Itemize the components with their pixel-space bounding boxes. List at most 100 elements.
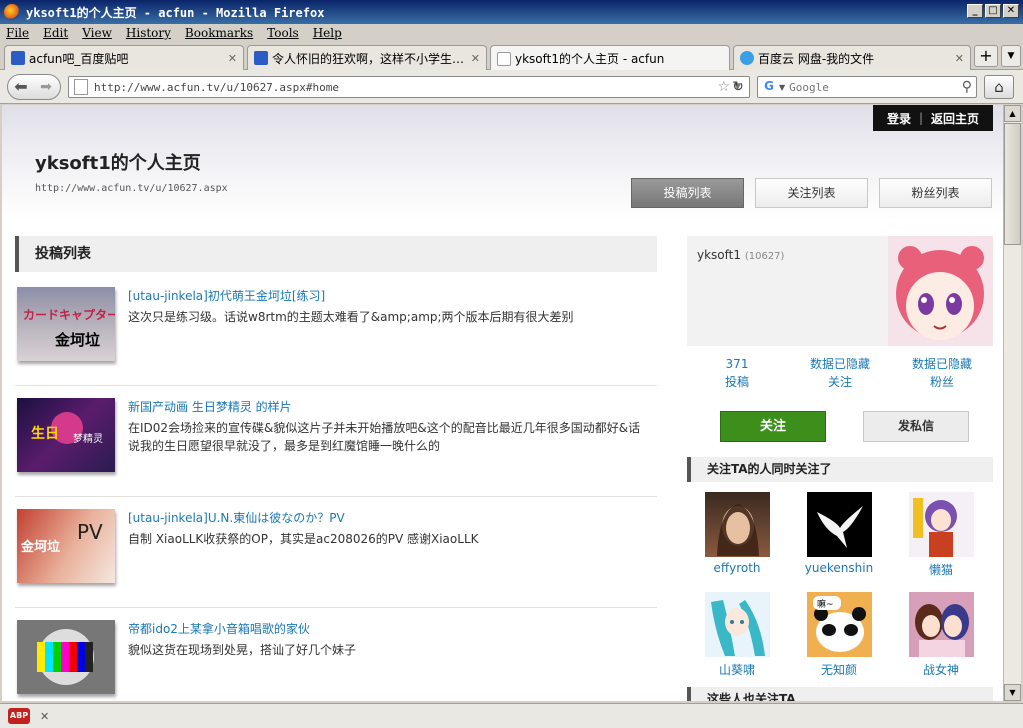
username[interactable]: yksoft1 (10627) (697, 248, 784, 262)
post-thumbnail[interactable] (17, 620, 115, 694)
tab-posts[interactable]: 投稿列表 (631, 178, 744, 208)
tab-followers[interactable]: 粉丝列表 (879, 178, 992, 208)
close-window-button[interactable]: ✕ (1003, 4, 1019, 18)
tab-close-icon[interactable]: ✕ (228, 52, 237, 65)
stat-value: 数据已隐藏 (809, 357, 870, 371)
stat-posts[interactable]: 371 投稿 (687, 355, 787, 391)
post-thumbnail[interactable]: カードキャプター 金坷垃 (17, 287, 115, 361)
home-button[interactable]: ⌂ (984, 75, 1014, 99)
svg-text:PV: PV (77, 520, 103, 544)
menu-file[interactable]: File (6, 26, 29, 40)
username-text: yksoft1 (697, 248, 741, 262)
post-description: 貌似这货在现场到处晃，搭讪了好几个妹子 (128, 643, 357, 657)
user-avatar[interactable]: 嘛~ (807, 592, 872, 657)
search-input[interactable] (789, 80, 962, 94)
search-bar[interactable]: G ▼ ⚲ (757, 76, 977, 98)
new-tab-button[interactable]: + (974, 45, 998, 67)
user-name-link[interactable]: effyroth (692, 561, 782, 575)
url-input[interactable] (94, 80, 718, 94)
post-item: 帝都ido2上某拿小音箱唱歌的家伙 貌似这货在现场到处晃，搭讪了好几个妹子 (15, 608, 657, 701)
tab-label: 令人怀旧的狂欢啊，这样不小学生… (272, 51, 465, 66)
tab-acfun-tieba[interactable]: acfun吧_百度贴吧 ✕ (4, 45, 244, 70)
post-title-link[interactable]: 帝都ido2上某拿小音箱唱歌的家伙 (128, 620, 310, 637)
user-name-link[interactable]: 山葵啸 (692, 661, 782, 678)
tab-close-icon[interactable]: ✕ (955, 52, 964, 65)
scrollbar-thumb[interactable] (1004, 123, 1021, 245)
user-avatar[interactable] (807, 492, 872, 557)
private-message-button[interactable]: 发私信 (863, 411, 969, 442)
top-links: 登录 | 返回主页 (873, 105, 993, 131)
user-avatar[interactable] (909, 592, 974, 657)
stat-followers[interactable]: 数据已隐藏 粉丝 (892, 355, 992, 391)
menu-help[interactable]: Help (313, 26, 342, 40)
back-button[interactable]: ⬅ (8, 75, 34, 99)
post-thumbnail[interactable]: 生日 梦精灵 (17, 398, 115, 472)
maximize-button[interactable]: □ (985, 4, 1001, 18)
tab-following[interactable]: 关注列表 (755, 178, 868, 208)
section-title-posts: 投稿列表 (15, 236, 657, 272)
title-bar: yksoft1的个人主页 - acfun - Mozilla Firefox _… (0, 0, 1023, 24)
user-avatar[interactable] (705, 492, 770, 557)
post-item: カードキャプター 金坷垃 [utau-jinkela]初代萌王金坷垃[练习] 这次… (15, 275, 657, 386)
stat-label: 投稿 (724, 375, 749, 389)
post-thumbnail[interactable]: 金坷垃 PV (17, 509, 115, 583)
post-title-link[interactable]: 新国产动画 生日梦精灵 的样片 (128, 398, 292, 415)
firefox-icon (4, 4, 20, 20)
addon-bar-close-icon[interactable]: ✕ (40, 710, 49, 723)
google-icon[interactable]: G (761, 79, 777, 95)
baidu-paw-icon (11, 51, 25, 65)
user-name-link[interactable]: 懒猫 (896, 561, 986, 578)
tab-list-button[interactable]: ▼ (1001, 45, 1021, 67)
follow-button[interactable]: 关注 (720, 411, 826, 442)
tab-label: acfun吧_百度贴吧 (29, 51, 129, 66)
search-icon[interactable]: ⚲ (962, 79, 972, 95)
stat-label: 关注 (827, 375, 852, 389)
section-title-also-follow: 关注TA的人同时关注了 (687, 457, 993, 482)
menu-history[interactable]: History (126, 26, 171, 40)
reload-button[interactable]: ↻ (728, 77, 748, 97)
menu-tools[interactable]: Tools (267, 26, 299, 40)
post-title-link[interactable]: [utau-jinkela]初代萌王金坷垃[练习] (128, 287, 325, 304)
user-avatar[interactable] (705, 592, 770, 657)
user-avatar[interactable] (909, 492, 974, 557)
search-engine-dropdown-icon[interactable]: ▼ (779, 83, 785, 92)
user-name-link[interactable]: 战女神 (896, 661, 986, 678)
svg-text:生日: 生日 (31, 425, 59, 442)
page-title: yksoft1的个人主页 (35, 153, 201, 174)
svg-text:金坷垃: 金坷垃 (20, 539, 60, 555)
tab-nostalgia[interactable]: 令人怀旧的狂欢啊，这样不小学生… ✕ (247, 45, 487, 70)
post-item: 金坷垃 PV [utau-jinkela]U.N.東仙は彼なのか？PV 自制 Xi… (15, 497, 657, 608)
user-name-link[interactable]: 无知颜 (794, 661, 884, 678)
adblock-plus-icon[interactable]: ABP (8, 708, 30, 724)
baidu-paw-icon (254, 51, 268, 65)
scroll-up-arrow-icon[interactable]: ▲ (1004, 105, 1021, 122)
post-title-link[interactable]: [utau-jinkela]U.N.東仙は彼なのか？PV (128, 509, 345, 526)
url-bar[interactable]: ☆ ▼ (68, 76, 750, 98)
page-icon (74, 79, 88, 95)
post-description: 这次只是练习级。话说w8rtm的主题太难看了&amp;amp;两个版本后期有很大… (128, 310, 574, 324)
vertical-scrollbar[interactable]: ▲ ▼ (1003, 105, 1021, 701)
tab-close-icon[interactable]: ✕ (471, 52, 480, 65)
menu-bar: File Edit View History Bookmarks Tools H… (0, 24, 1023, 42)
svg-text:嘛~: 嘛~ (817, 598, 834, 610)
tab-acfun-profile[interactable]: yksoft1的个人主页 - acfun (490, 45, 730, 71)
menu-view[interactable]: View (82, 26, 112, 40)
back-forward-group: ⬅ ➡ (7, 74, 61, 100)
scroll-down-arrow-icon[interactable]: ▼ (1004, 684, 1021, 701)
forward-button[interactable]: ➡ (34, 79, 58, 95)
stat-value: 数据已隐藏 (911, 357, 972, 371)
user-name-link[interactable]: yuekenshin (794, 561, 884, 575)
menu-bookmarks[interactable]: Bookmarks (185, 26, 253, 40)
tab-baidu-pan[interactable]: 百度云 网盘-我的文件 ✕ (733, 45, 971, 70)
avatar[interactable] (888, 236, 993, 346)
svg-text:金坷垃: 金坷垃 (54, 331, 100, 349)
stat-following[interactable]: 数据已隐藏 关注 (790, 355, 890, 391)
status-bar: ABP ✕ (0, 703, 1023, 728)
login-link[interactable]: 登录 (887, 110, 911, 127)
post-item: 生日 梦精灵 新国产动画 生日梦精灵 的样片 在ID02会场捡来的宣传碟&貌似这片… (15, 386, 657, 497)
minimize-button[interactable]: _ (967, 4, 983, 18)
post-description: 在ID02会场捡来的宣传碟&貌似这片子并未开始播放吧&这个的配音比最近几年很多国… (128, 421, 641, 453)
back-home-link[interactable]: 返回主页 (931, 110, 979, 127)
menu-edit[interactable]: Edit (43, 26, 68, 40)
baidu-cloud-icon (740, 51, 754, 65)
